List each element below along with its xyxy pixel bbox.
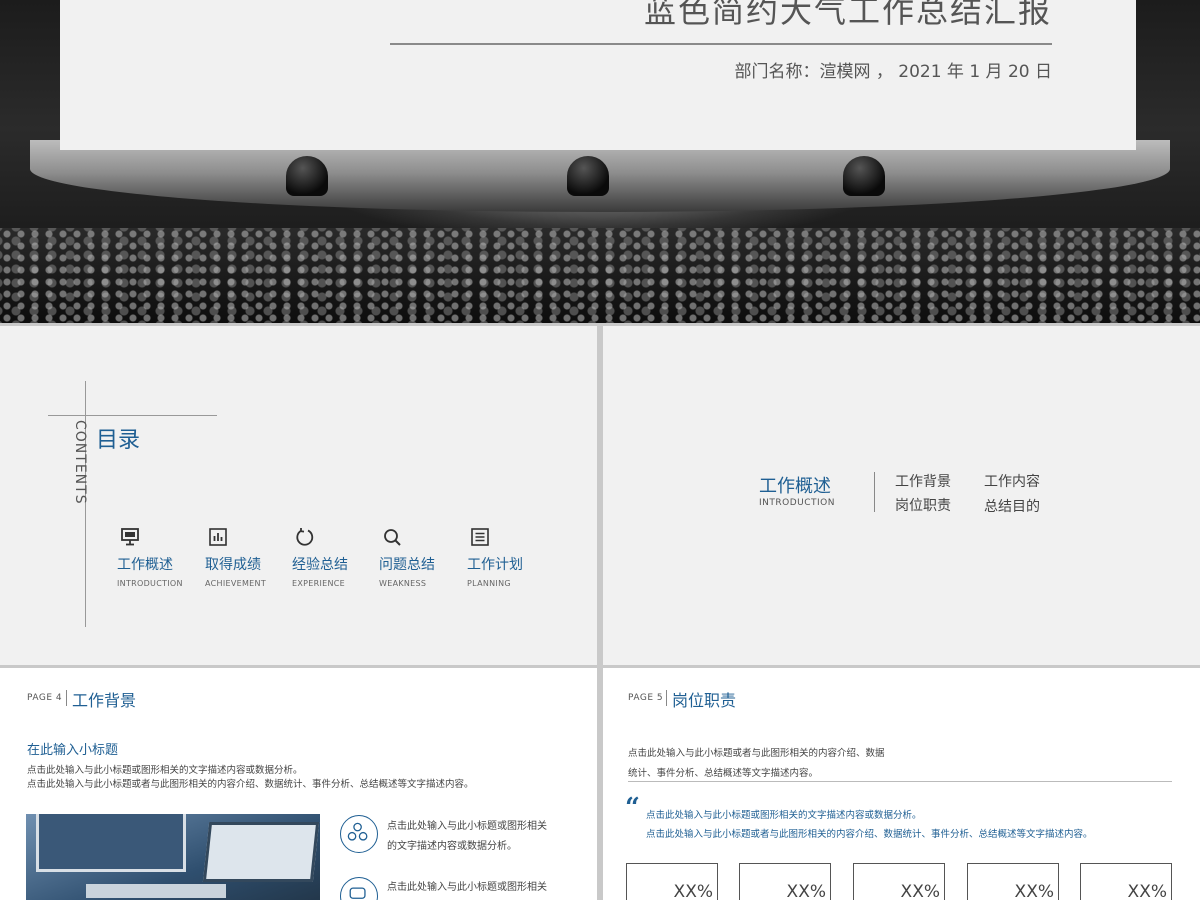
toc-item-en: ACHIEVEMENT [205,579,267,588]
laptop-screen [202,822,320,882]
contents-vertical-label: CONTENTS [72,420,88,505]
network-icon [340,815,378,853]
cover-title: 蓝色简约大气工作总结汇报 [643,0,1052,30]
body-text: 点击此处输入与此小标题或图形相关的文字描述内容或数据分析。 [27,765,303,776]
toc-item-en: INTRODUCTION [117,579,183,588]
page-title: 岗位职责 [672,691,737,710]
body-text: 点击此处输入与此小标题或者与此图形相关的内容介绍、数据 [628,748,885,759]
percent-value: XX% [900,882,940,900]
toc-item-planning[interactable]: 工作计划 PLANNING [467,526,547,588]
bullet-text: 点击此处输入与此小标题或图形相关 [387,882,547,893]
bullet-text: 的文字描述内容或数据分析。 [387,841,517,852]
page-tag-divider [666,690,667,706]
percent-box: XX% [739,863,831,900]
percent-value: XX% [1127,882,1167,900]
imac-screen [36,814,186,872]
quote-text: 点击此处输入与此小标题或者与此图形相关的内容介绍、数据统计、事件分析、总结概述等… [646,829,1093,840]
bar-chart-icon [209,528,227,546]
body-text: 点击此处输入与此小标题或者与此图形相关的内容介绍、数据统计、事件分析、总结概述等… [27,779,474,790]
page-title: 工作背景 [72,691,137,710]
percent-box: XX% [626,863,718,900]
toc-item-zh: 经验总结 [292,557,348,573]
stage-light-icon [567,156,609,196]
page-tag-divider [66,690,67,706]
percent-box: XX% [1080,863,1172,900]
toc-item-introduction[interactable]: 工作概述 INTRODUCTION [117,526,197,588]
list-icon [471,528,489,546]
page5-slide[interactable]: PAGE 5 岗位职责 点击此处输入与此小标题或者与此图形相关的内容介绍、数据 … [603,668,1200,900]
title-card: 蓝色简约大气工作总结汇报 部门名称：渲模网 ， 2021 年 1 月 20 日 [60,0,1136,150]
section-sub-item: 工作背景 [895,474,951,490]
office-photo [26,814,320,900]
toc-item-zh: 工作概述 [117,557,173,573]
contents-slide[interactable]: CONTENTS 目录 工作概述 INTRODUCTION 取得成绩 ACHIE… [0,326,597,665]
content-rule [628,781,1172,782]
percent-value: XX% [1014,882,1054,900]
toc-item-zh: 工作计划 [467,557,523,573]
percent-box: XX% [853,863,945,900]
search-icon [384,529,401,546]
title-rule [390,43,1052,45]
toc-item-achievement[interactable]: 取得成绩 ACHIEVEMENT [205,526,285,588]
body-text: 统计、事件分析、总结概述等文字描述内容。 [628,768,819,779]
toc-item-en: PLANNING [467,579,511,588]
page-tag: PAGE 4 [27,693,63,703]
section-sub-item: 岗位职责 [895,498,951,514]
toc-item-weakness[interactable]: 问题总结 WEAKNESS [379,526,459,588]
section-sub-item: 工作内容 [984,474,1040,490]
bullet-text: 点击此处输入与此小标题或图形相关 [387,821,547,832]
toc-item-zh: 问题总结 [379,557,435,573]
stage-light-icon [843,156,885,196]
section-divider [874,472,875,512]
toc-item-zh: 取得成绩 [205,557,261,573]
percent-value: XX% [786,882,826,900]
keyboard [86,884,226,898]
toc-item-en: EXPERIENCE [292,579,346,588]
toc-item-en: WEAKNESS [379,579,427,588]
audience-background [0,228,1200,323]
section-slide[interactable]: 工作概述 INTRODUCTION 工作背景 工作内容 岗位职责 总结目的 [603,326,1200,665]
page-tag: PAGE 5 [628,693,664,703]
subheading: 在此输入小标题 [27,743,119,758]
quote-icon: “ [625,793,640,823]
quote-text: 点击此处输入与此小标题或图形相关的文字描述内容或数据分析。 [646,810,922,821]
percent-box: XX% [967,863,1059,900]
horizontal-divider [48,415,217,416]
toc-item-experience[interactable]: 经验总结 EXPERIENCE [292,526,372,588]
section-title: 工作概述 [759,476,831,497]
monitor-icon [121,528,139,546]
chat-icon [340,877,378,900]
page4-slide[interactable]: PAGE 4 工作背景 在此输入小标题 点击此处输入与此小标题或图形相关的文字描… [0,668,597,900]
cover-slide[interactable]: 蓝色简约大气工作总结汇报 部门名称：渲模网 ， 2021 年 1 月 20 日 [0,0,1200,323]
section-subtitle: INTRODUCTION [759,498,835,508]
department-date: 部门名称：渲模网 ， 2021 年 1 月 20 日 [734,62,1052,82]
percent-value: XX% [673,882,713,900]
contents-title: 目录 [96,428,141,453]
stage-light-icon [286,156,328,196]
refresh-icon [296,528,314,546]
section-sub-item: 总结目的 [984,499,1040,515]
